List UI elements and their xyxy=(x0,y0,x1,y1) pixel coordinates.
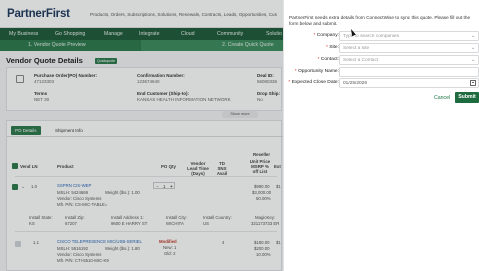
close-date-label: * Expected Close Date: xyxy=(288,80,339,85)
company-search-input[interactable] xyxy=(339,31,479,41)
expected-close-date-input[interactable] xyxy=(339,78,479,88)
calendar-icon[interactable] xyxy=(470,79,476,86)
company-label-text: Company: xyxy=(316,33,339,38)
modal-overlay[interactable] xyxy=(0,0,283,271)
contact-select[interactable] xyxy=(339,55,479,65)
required-mark: * xyxy=(294,69,297,74)
site-field-row: * Site: ⌄ xyxy=(284,43,479,53)
company-label: * Company: xyxy=(313,33,339,38)
company-field-row: * Company: ⌄ xyxy=(284,31,479,41)
required-mark: * xyxy=(325,45,328,50)
required-mark: * xyxy=(317,57,320,62)
panel-intro-text: PartnerFirst needs extra details from Co… xyxy=(289,15,471,26)
connectwise-sync-panel: PartnerFirst needs extra details from Co… xyxy=(283,0,479,271)
opportunity-label-text: Opportunity Name: xyxy=(297,69,339,74)
cancel-button[interactable]: Cancel xyxy=(434,95,450,101)
opportunity-name-input[interactable] xyxy=(339,67,479,77)
required-mark: * xyxy=(313,33,316,38)
site-select[interactable] xyxy=(339,43,479,53)
opportunity-field-row: * Opportunity Name: xyxy=(284,67,479,77)
site-label-text: Site: xyxy=(329,45,339,50)
chevron-down-icon[interactable]: ⌄ xyxy=(471,57,475,63)
site-label: * Site: xyxy=(326,45,339,50)
contact-label-text: Contact: xyxy=(320,57,339,62)
required-mark: * xyxy=(288,80,291,85)
chevron-down-icon[interactable]: ⌄ xyxy=(471,45,475,51)
close-date-field-row: * Expected Close Date: xyxy=(284,78,479,88)
contact-label: * Contact: xyxy=(318,57,339,62)
close-date-label-text: Expected Close Date: xyxy=(291,80,339,85)
chevron-down-icon[interactable]: ⌄ xyxy=(471,33,475,39)
contact-field-row: * Contact: ⌄ xyxy=(284,55,479,65)
opportunity-label: * Opportunity Name: xyxy=(295,69,339,74)
submit-button[interactable]: Submit xyxy=(455,92,479,103)
